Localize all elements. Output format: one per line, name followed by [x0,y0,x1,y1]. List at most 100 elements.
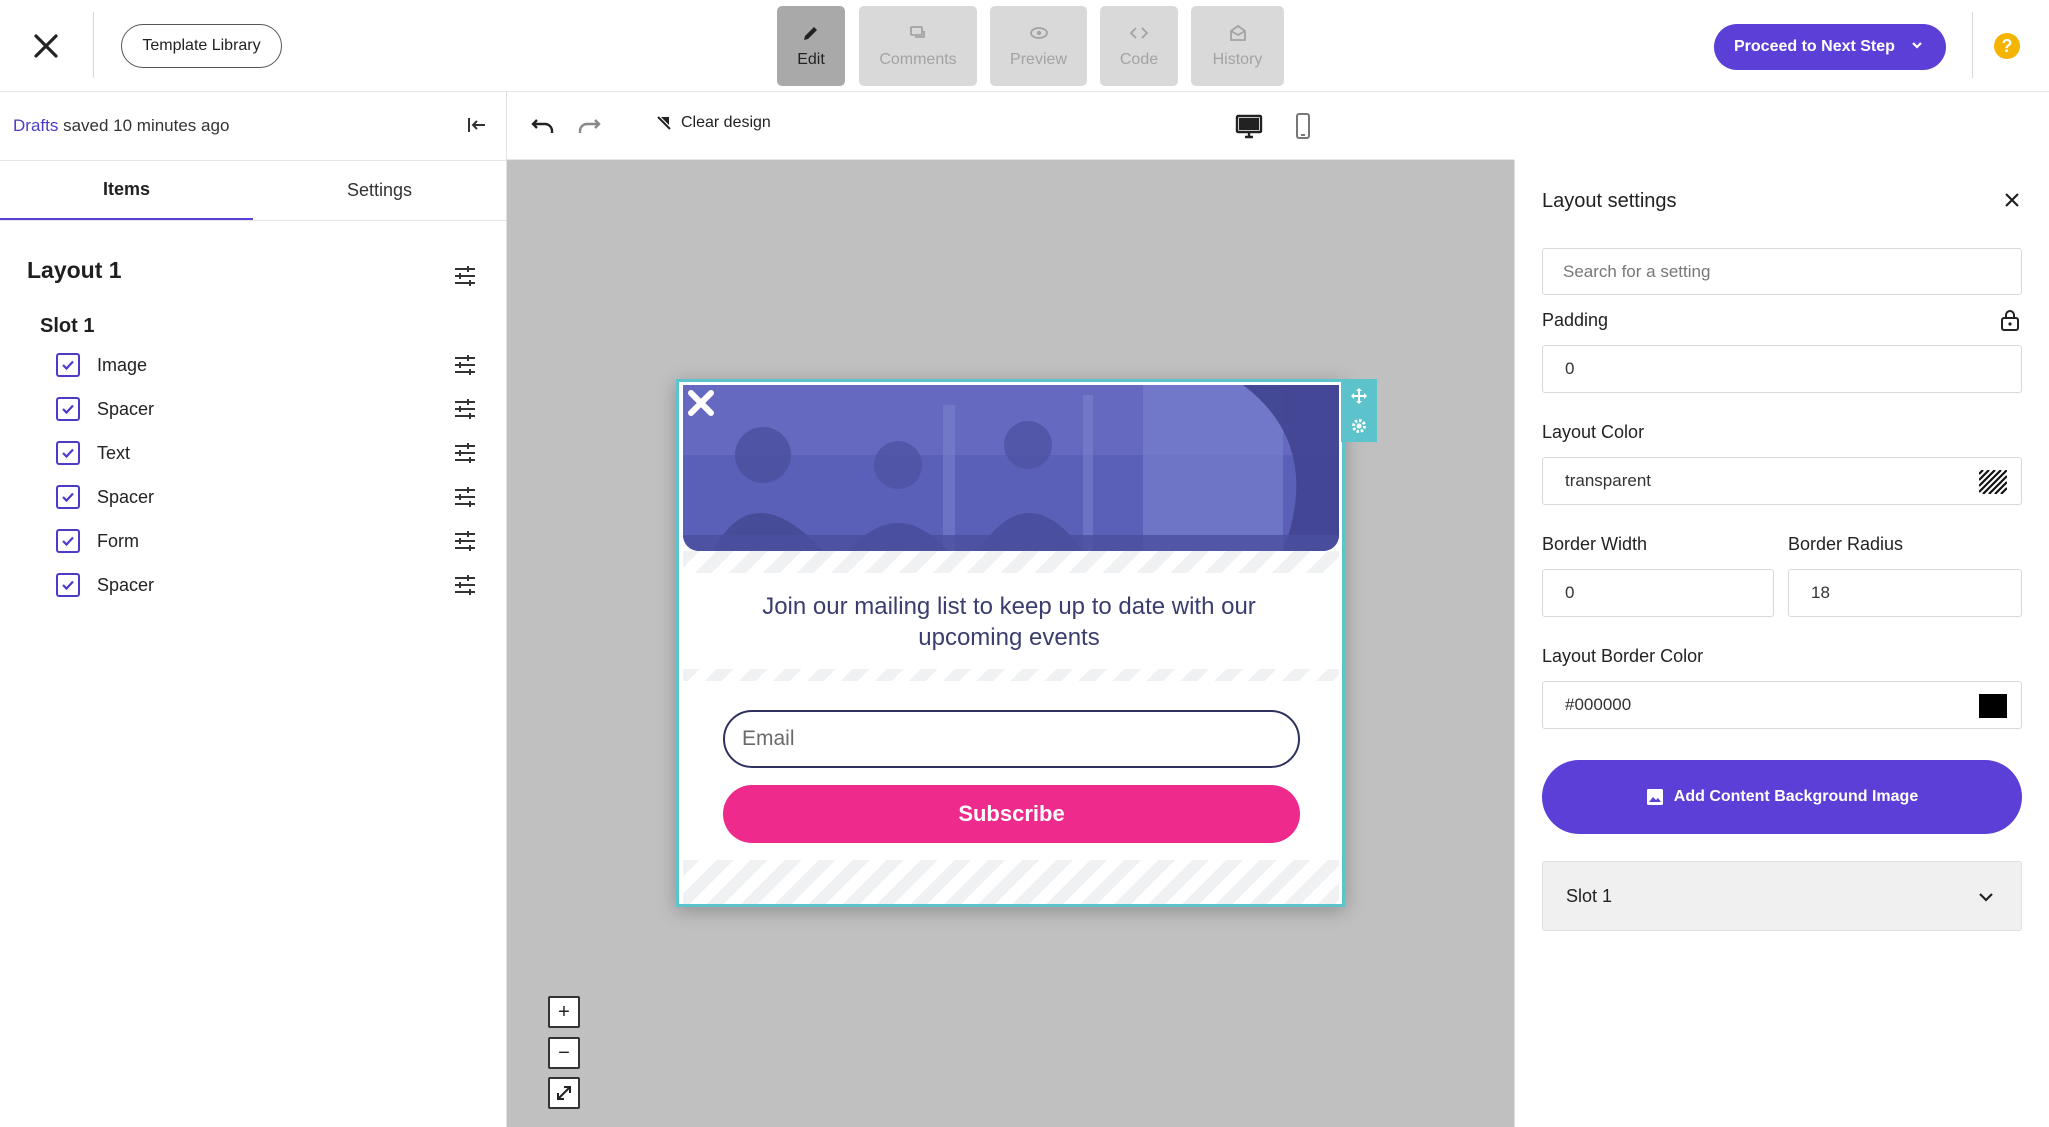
tune-icon[interactable] [453,485,477,509]
check-icon [62,580,74,591]
hero-image[interactable] [683,385,1339,551]
drafts-link[interactable]: Drafts [13,116,58,135]
desktop-icon[interactable] [1235,112,1263,140]
tune-icon[interactable] [453,397,477,421]
tab-code[interactable]: Code [1100,6,1178,86]
color-swatch[interactable] [1979,694,2007,718]
tab-comments[interactable]: Comments [859,6,977,86]
check-icon [62,360,74,371]
add-background-image-button[interactable]: Add Content Background Image [1542,760,2022,834]
save-status: Drafts saved 10 minutes ago [13,116,229,136]
eye-icon [1029,27,1048,39]
email-field[interactable]: Email [723,710,1300,768]
border-width-field[interactable]: 0 [1542,569,1774,617]
tab-preview-label: Preview [1010,51,1067,68]
tune-icon[interactable] [453,529,477,553]
move-icon[interactable] [1350,387,1368,405]
list-item[interactable]: Form [56,526,486,556]
list-item[interactable]: Spacer [56,394,486,424]
checkbox[interactable] [56,441,80,465]
slot-accordion-label: Slot 1 [1566,885,1613,906]
spacer-block[interactable] [683,551,1339,573]
tune-icon[interactable] [453,573,477,597]
saved-text: saved 10 minutes ago [58,116,230,135]
spacer-block[interactable] [683,860,1339,904]
tab-items[interactable]: Items [0,160,253,220]
list-item[interactable]: Spacer [56,482,486,512]
chevron-down-icon[interactable] [1910,38,1924,52]
layout-color-label: Layout Color [1542,422,1645,442]
checkbox[interactable] [56,353,80,377]
collapse-panel-icon[interactable] [466,115,488,135]
undo-icon[interactable] [529,114,557,138]
tune-icon[interactable] [453,264,477,288]
border-width-label: Border Width [1542,534,1648,554]
chevron-down-icon[interactable] [1977,888,1995,906]
tab-history[interactable]: History [1191,6,1284,86]
tab-edit[interactable]: Edit [777,6,845,86]
check-icon [62,536,74,547]
divider [0,220,506,221]
item-label: Spacer [97,574,155,595]
border-color-field[interactable]: #000000 [1542,681,2022,729]
tab-comments-label: Comments [879,51,957,68]
close-icon[interactable] [2003,191,2021,209]
code-icon [1129,27,1149,39]
expand-icon [557,1086,571,1100]
close-icon[interactable] [28,28,64,64]
template-library-button[interactable]: Template Library [121,24,282,68]
slot-accordion[interactable]: Slot 1 [1542,861,2022,931]
popup-preview[interactable]: Join our mailing list to keep up to date… [676,379,1345,907]
settings-search-input[interactable]: Search for a setting [1542,248,2022,295]
block-handle[interactable] [1341,379,1377,442]
clear-design-button[interactable]: Clear design [655,114,771,132]
redo-icon[interactable] [575,114,603,138]
popup-headline[interactable]: Join our mailing list to keep up to date… [719,591,1299,653]
zoom-out-button[interactable]: − [548,1037,580,1069]
spacer-block[interactable] [683,669,1339,681]
checkbox[interactable] [56,529,80,553]
padding-field[interactable]: 0 [1542,345,2022,393]
tab-settings[interactable]: Settings [253,160,506,220]
padding-label: Padding [1542,310,1609,330]
list-item[interactable]: Spacer [56,570,486,600]
layout-color-field[interactable]: transparent [1542,457,2022,505]
help-icon[interactable]: ? [1994,33,2020,59]
fit-screen-button[interactable] [548,1077,580,1109]
tune-icon[interactable] [453,441,477,465]
check-icon [62,492,74,503]
item-label: Form [97,530,139,551]
proceed-next-step-button[interactable]: Proceed to Next Step [1714,24,1946,70]
transparent-swatch-icon[interactable] [1979,470,2007,494]
check-icon [62,404,74,415]
tab-preview[interactable]: Preview [990,6,1087,86]
top-bar: Template Library Edit Comments Preview C… [0,0,2049,92]
subscribe-button[interactable]: Subscribe [723,785,1300,843]
border-radius-field[interactable]: 18 [1788,569,2022,617]
checkbox[interactable] [56,485,80,509]
check-icon [62,448,74,459]
left-panel: Drafts saved 10 minutes ago Items Settin… [0,92,507,1127]
layout-color-value: transparent [1565,471,1651,490]
list-item[interactable]: Text [56,438,486,468]
divider [1972,12,1973,78]
tab-code-label: Code [1119,51,1159,68]
pencil-icon [804,27,817,40]
mobile-icon[interactable] [1289,112,1317,140]
checkbox[interactable] [56,573,80,597]
tune-icon[interactable] [453,353,477,377]
layout-title: Layout 1 [27,257,122,283]
clear-design-icon [657,116,671,130]
add-background-label: Add Content Background Image [1673,788,1919,805]
checkbox[interactable] [56,397,80,421]
image-icon [1646,789,1663,805]
zoom-in-button[interactable]: + [548,996,580,1028]
item-label: Spacer [97,398,155,419]
tab-history-label: History [1212,51,1263,68]
gear-icon[interactable] [1350,417,1368,435]
list-item[interactable]: Image [56,350,486,380]
border-color-label: Layout Border Color [1542,646,1704,666]
item-label: Image [97,354,148,375]
close-popup-icon[interactable] [683,385,719,421]
lock-icon[interactable] [1999,308,2021,332]
